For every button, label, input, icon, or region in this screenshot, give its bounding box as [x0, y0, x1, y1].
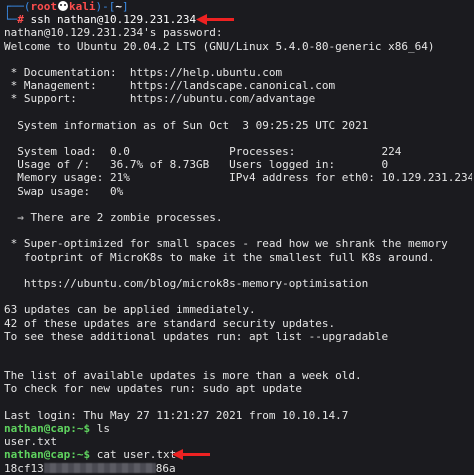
last-login-line: Last login: Thu May 27 11:21:27 2021 fro… [4, 408, 349, 422]
shell-prompt: nathan@cap:~$ [4, 422, 91, 435]
microk8s-blog-link: https://ubuntu.com/blog/microk8s-memory-… [4, 276, 369, 290]
disk-usage-line: Usage of /: 36.7% of 8.73GB Users logged… [4, 158, 389, 172]
system-load-line: System load: 0.0 Processes: 224 [4, 145, 402, 159]
prompt-symbol: # [17, 13, 24, 27]
terminal-window[interactable]: ┌──(root kali)-[~] └─# ssh nathan@10.129.… [4, 0, 472, 475]
prompt-frame-top: ┌──( [4, 0, 31, 13]
ls-command-line: nathan@cap:~$ ls [4, 422, 472, 435]
microk8s-line-1: * Super-optimized for small spaces - rea… [4, 237, 448, 251]
ls-command: ls [96, 422, 110, 435]
zombie-line: ⇒ There are 2 zombie processes. [4, 211, 223, 224]
ssh-command: ssh nathan@10.129.231.234 [30, 13, 197, 27]
prompt-user: root [30, 0, 58, 13]
management-line: * Management: https://landscape.canonica… [4, 79, 336, 93]
cat-command-line: nathan@cap:~$ cat user.txt [4, 448, 472, 461]
kali-prompt-line-1: ┌──(root kali)-[~] [4, 0, 472, 13]
arrow-left-icon [196, 14, 234, 26]
updates-line-3: To see these additional updates run: apt… [4, 329, 389, 343]
kali-prompt-line-2: └─# ssh nathan@10.129.231.234 [4, 13, 472, 26]
prompt-frame-bottom: └─ [4, 13, 18, 27]
stale-updates-line-2: To check for new updates run: sudo apt u… [4, 382, 303, 396]
cat-command: cat user.txt [96, 448, 177, 462]
arrow-left-icon [172, 449, 210, 461]
ls-output-line: user.txt [4, 435, 57, 449]
flag-suffix: 86a [155, 461, 176, 475]
welcome-line: Welcome to Ubuntu 20.04.2 LTS (GNU/Linux… [4, 39, 435, 53]
flag-prefix: 18cf13 [4, 461, 44, 475]
flag-output-line: 18cf13 86a [4, 462, 472, 475]
updates-line-1: 63 updates can be applied immediately. [4, 303, 256, 317]
redacted-flag-block [43, 462, 156, 473]
updates-line-2: 42 of these updates are standard securit… [4, 316, 336, 330]
support-line: * Support: https://ubuntu.com/advantage [4, 92, 316, 106]
prompt-frame-end: ] [122, 0, 129, 13]
prompt-path: ~ [115, 0, 122, 13]
prompt-frame-mid: )-[ [95, 0, 116, 13]
documentation-line: * Documentation: https://help.ubuntu.com [4, 65, 283, 79]
memory-usage-line: Memory usage: 21% IPv4 address for eth0:… [4, 171, 472, 185]
stale-updates-line-1: The list of available updates is more th… [4, 369, 362, 383]
microk8s-line-2: footprint of MicroK8s to make it the sma… [4, 250, 435, 264]
skull-icon [58, 1, 68, 11]
shell-prompt: nathan@cap:~$ [4, 448, 91, 462]
password-line: nathan@10.129.231.234's password: [4, 26, 223, 40]
swap-usage-line: Swap usage: 0% [4, 184, 124, 198]
sysinfo-line: System information as of Sun Oct 3 09:25… [4, 118, 369, 132]
prompt-host: kali [69, 0, 96, 13]
